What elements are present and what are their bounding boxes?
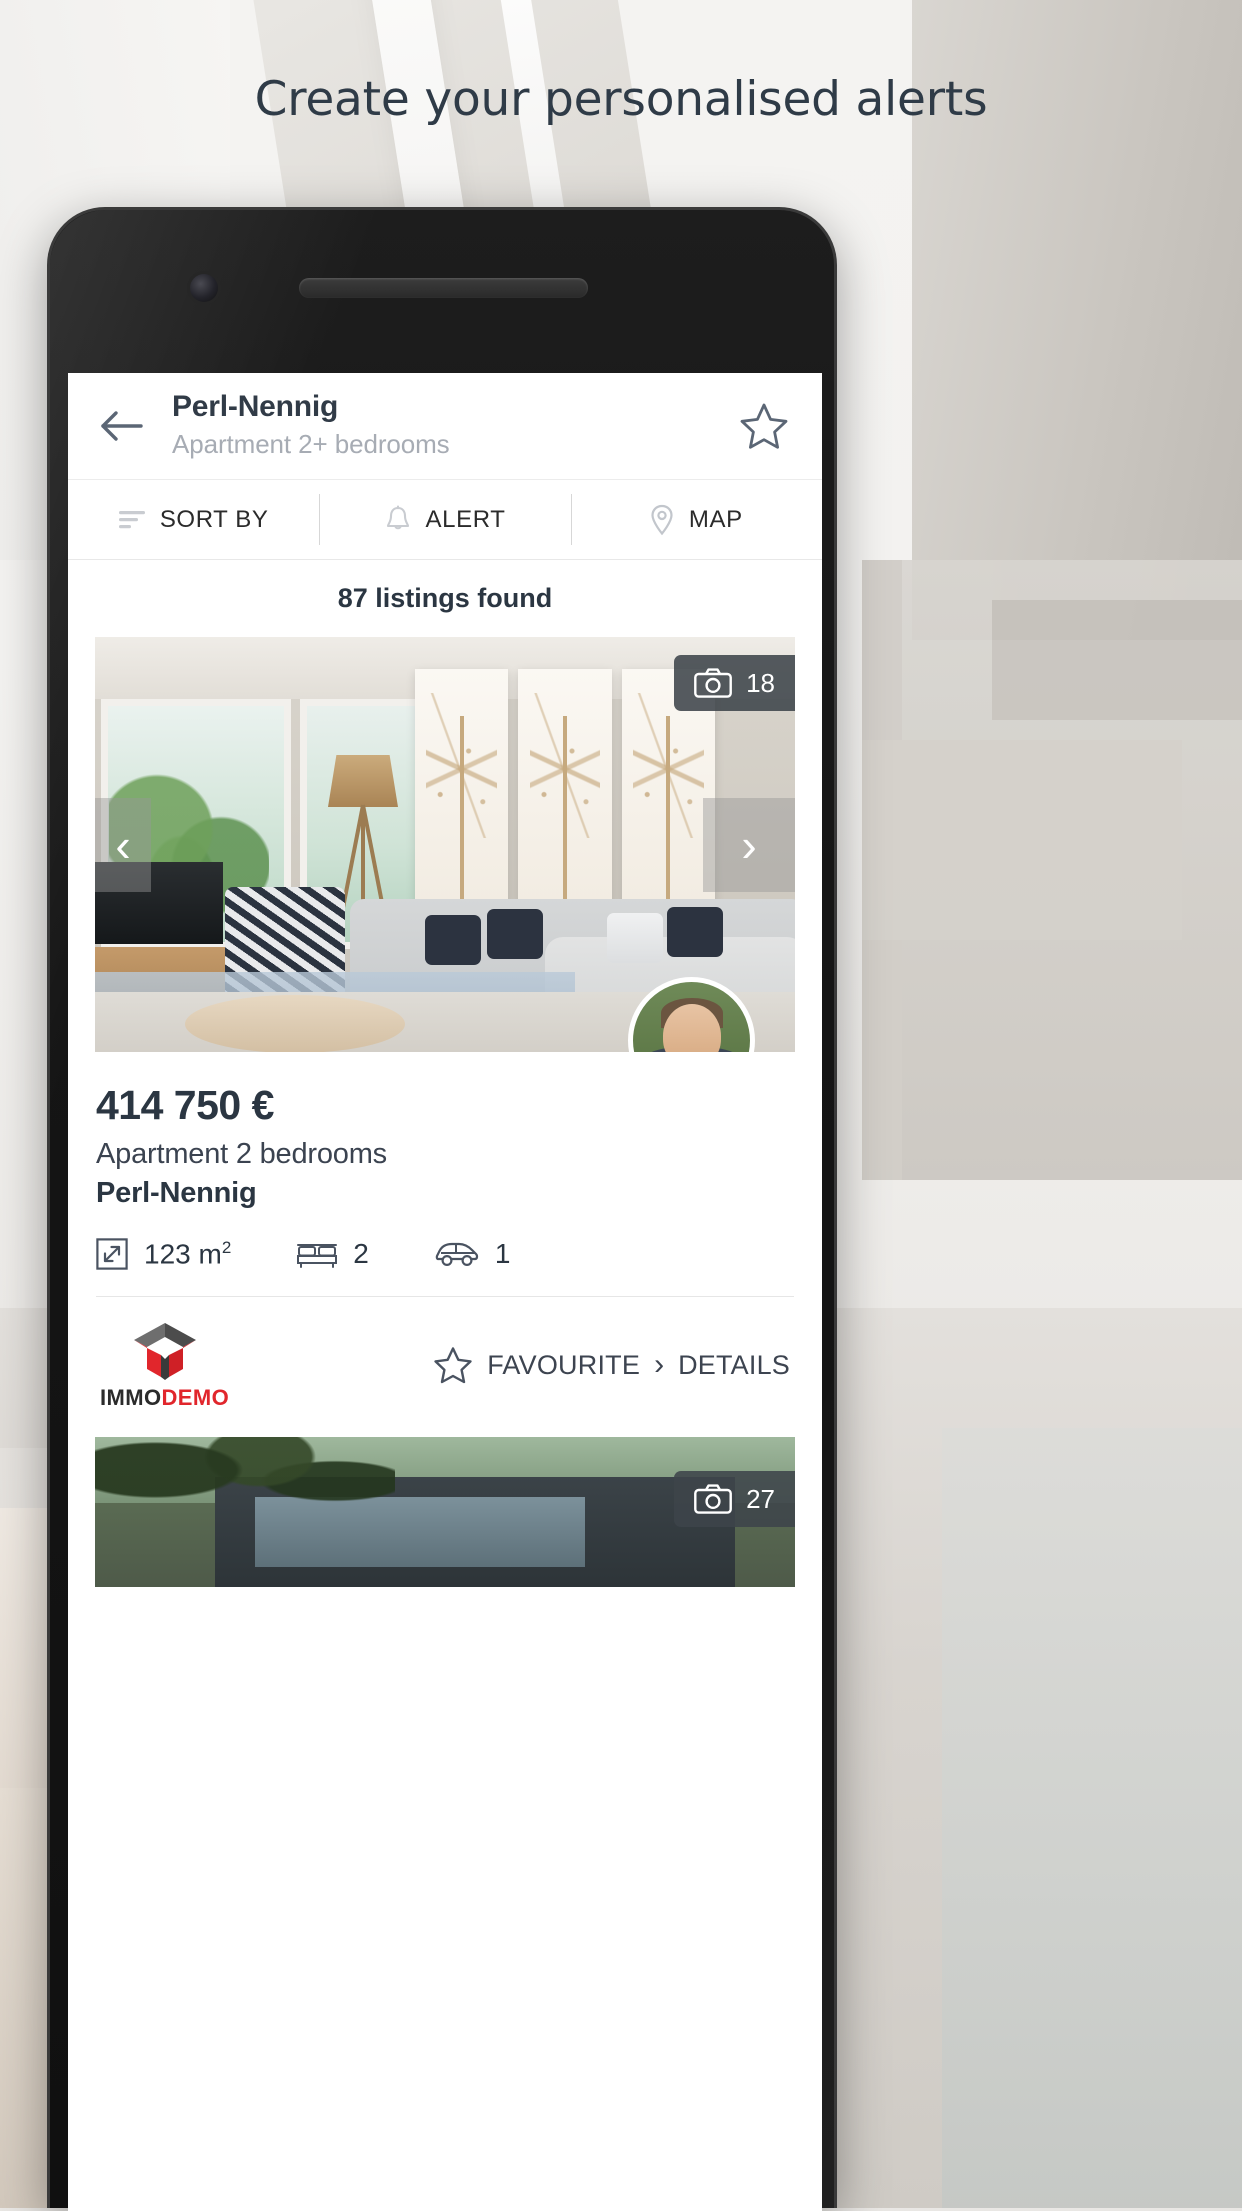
phone-screen: Perl-Nennig Apartment 2+ bedrooms SORT B… — [68, 373, 822, 2211]
sort-by-button[interactable]: SORT BY — [68, 480, 319, 559]
star-outline-icon — [433, 1346, 473, 1384]
phone-mockup: Perl-Nennig Apartment 2+ bedrooms SORT B… — [47, 207, 837, 2211]
agency-name-primary: IMMO — [100, 1385, 162, 1411]
map-button[interactable]: MAP — [570, 480, 822, 559]
chevron-right-icon: › — [654, 1348, 665, 1382]
listing-details: 414 750 € Apartment 2 bedrooms Perl-Nenn… — [68, 1052, 822, 1437]
details-label: DETAILS — [678, 1349, 790, 1380]
bed-icon — [297, 1239, 338, 1269]
feature-parking-value: 1 — [494, 1238, 511, 1270]
listing-photo-next[interactable]: 27 — [95, 1437, 795, 1588]
promo-headline: Create your personalised alerts — [254, 72, 988, 127]
back-button[interactable] — [90, 394, 154, 458]
agency-name-secondary: DEMO — [161, 1385, 230, 1411]
bell-icon — [385, 504, 411, 535]
agency-name: IMMODEMO — [100, 1385, 229, 1411]
photo-count-badge: 18 — [674, 655, 795, 711]
sort-by-label: SORT BY — [159, 505, 269, 533]
app-header: Perl-Nennig Apartment 2+ bedrooms — [68, 373, 822, 480]
photo-pillow — [667, 907, 723, 957]
agency-branding[interactable]: IMMODEMO — [100, 1319, 229, 1411]
details-button[interactable]: DETAILS — [678, 1350, 790, 1381]
surface-icon — [96, 1238, 128, 1270]
photo-wall-art — [415, 669, 715, 904]
feature-surface: 123 m2 — [96, 1238, 231, 1270]
chevron-right-icon: › — [741, 818, 757, 871]
feature-parking: 1 — [435, 1238, 511, 1270]
photo-next-button[interactable]: › — [703, 797, 795, 892]
front-camera-icon — [190, 274, 218, 302]
photo-prev-button[interactable]: ‹ — [95, 797, 151, 892]
feature-surface-value: 123 m — [144, 1238, 222, 1270]
listing-actions: IMMODEMO FAVOURITE › DETAILS — [96, 1297, 794, 1437]
photo-count-value: 18 — [746, 667, 775, 698]
page-subtitle: Apartment 2+ bedrooms — [172, 429, 450, 460]
camera-icon — [694, 1484, 732, 1515]
map-pin-icon — [650, 504, 674, 536]
action-buttons: FAVOURITE › DETAILS — [433, 1346, 790, 1384]
alert-button[interactable]: ALERT — [319, 480, 570, 559]
results-count: 87 listings found — [68, 560, 822, 637]
camera-icon — [694, 668, 732, 698]
feature-bedrooms: 2 — [297, 1238, 369, 1270]
photo-pillow — [487, 909, 543, 959]
car-icon — [435, 1240, 479, 1268]
map-label: MAP — [688, 505, 743, 533]
earpiece-speaker — [299, 278, 588, 298]
photo-pillow — [607, 913, 663, 963]
photo-count-value-next: 27 — [746, 1483, 775, 1514]
favourite-label: FAVOURITE — [487, 1349, 641, 1380]
chevron-left-icon: ‹ — [115, 818, 131, 871]
background-panel — [862, 560, 1242, 1180]
listing-card[interactable]: 18 ‹ › 414 750 € Apartment 2 bedrooms Pe… — [68, 637, 822, 1438]
star-outline-icon — [739, 402, 789, 450]
arrow-left-icon — [100, 409, 144, 443]
listing-toolbar: SORT BY ALERT MAP — [68, 480, 822, 560]
header-text-block: Perl-Nennig Apartment 2+ bedrooms — [154, 390, 732, 463]
listing-type: Apartment 2 bedrooms — [96, 1138, 387, 1170]
photo-foliage — [95, 1437, 395, 1548]
favourite-button[interactable]: FAVOURITE — [433, 1346, 640, 1384]
photo-pillow — [425, 915, 481, 965]
listing-card-next[interactable]: 27 — [68, 1437, 822, 1588]
listing-price: 414 750 € — [96, 1082, 274, 1128]
listing-features: 123 m2 2 1 — [96, 1238, 794, 1298]
listing-location: Perl-Nennig — [96, 1177, 257, 1209]
feature-surface-unit: 2 — [221, 1238, 232, 1257]
background-glass-door — [942, 1428, 1242, 2208]
listing-photo[interactable]: 18 ‹ › — [95, 637, 795, 1052]
sort-icon — [118, 509, 145, 531]
photo-coffee-table — [185, 995, 405, 1052]
feature-bedrooms-value: 2 — [353, 1238, 369, 1270]
alert-label: ALERT — [425, 505, 506, 533]
page-title: Perl-Nennig — [172, 389, 339, 423]
photo-count-badge-next: 27 — [674, 1471, 795, 1528]
house-logo-icon — [128, 1319, 202, 1381]
save-search-button[interactable] — [732, 394, 796, 458]
